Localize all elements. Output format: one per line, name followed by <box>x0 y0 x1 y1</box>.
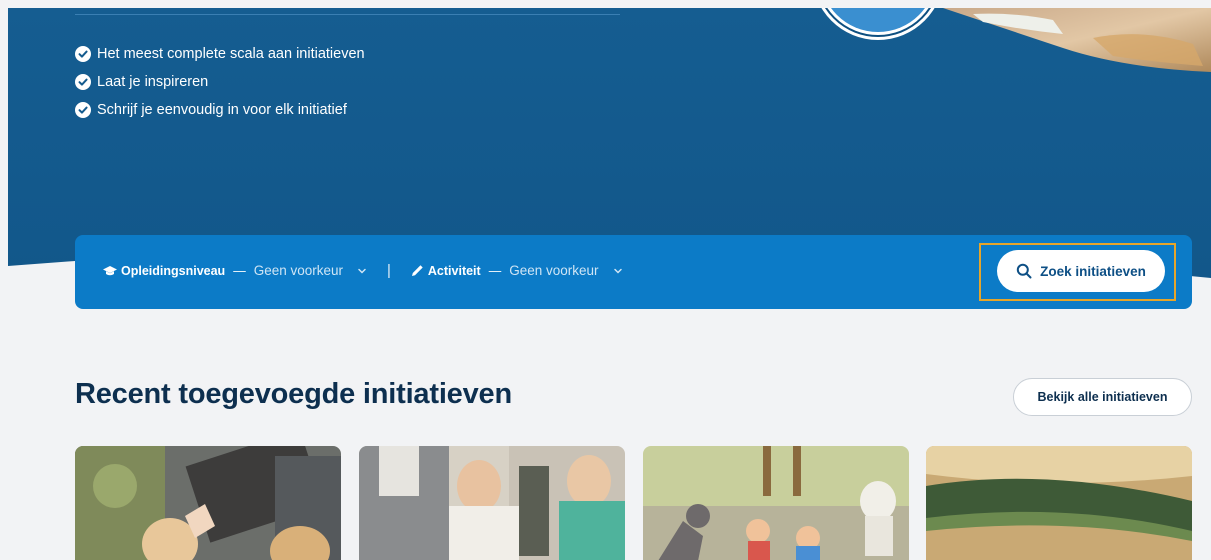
view-all-initiatives-button[interactable]: Bekijk alle initiatieven <box>1013 378 1192 416</box>
search-button-label: Zoek initiatieven <box>1040 263 1146 279</box>
check-circle-icon <box>75 102 91 118</box>
recent-initiatives-title: Recent toegevoegde initiatieven <box>75 378 512 410</box>
feature-text: Het meest complete scala aan initiatieve… <box>97 46 365 62</box>
hero-divider <box>75 14 620 15</box>
search-initiatives-button[interactable]: Zoek initiatieven <box>997 250 1165 292</box>
check-circle-icon <box>75 74 91 90</box>
globe-logo <box>808 8 938 46</box>
filter-divider: | <box>387 262 391 279</box>
initiative-card-image[interactable] <box>926 446 1192 560</box>
filter-value: Geen voorkeur <box>253 263 343 278</box>
feature-list: Het meest complete scala aan initiatieve… <box>75 40 365 124</box>
initiative-card-image[interactable] <box>75 446 341 560</box>
initiative-card-image[interactable] <box>643 446 909 560</box>
chevron-down-icon <box>357 266 367 276</box>
filter-label: Activiteit <box>427 263 481 278</box>
filter-value: Geen voorkeur <box>509 263 599 278</box>
feature-item: Laat je inspireren <box>75 68 365 96</box>
filter-separator: — <box>233 263 246 278</box>
feature-item: Schrijf je eenvoudig in voor elk initiat… <box>75 96 365 124</box>
chevron-down-icon <box>613 266 623 276</box>
check-circle-icon <box>75 46 91 62</box>
filter-activity[interactable]: Activiteit — Geen voorkeur <box>411 263 623 278</box>
filter-label: Opleidingsniveau <box>121 263 226 278</box>
initiative-card-image[interactable] <box>359 446 625 560</box>
filter-education-level[interactable]: Opleidingsniveau — Geen voorkeur <box>103 263 367 278</box>
pencil-icon <box>411 264 424 277</box>
filter-separator: — <box>488 263 502 278</box>
feature-text: Schrijf je eenvoudig in voor elk initiat… <box>97 102 347 118</box>
hero-photo <box>943 8 1211 72</box>
search-icon <box>1016 263 1032 279</box>
graduation-cap-icon <box>103 265 117 277</box>
feature-text: Laat je inspireren <box>97 74 209 90</box>
feature-item: Het meest complete scala aan initiatieve… <box>75 40 365 68</box>
